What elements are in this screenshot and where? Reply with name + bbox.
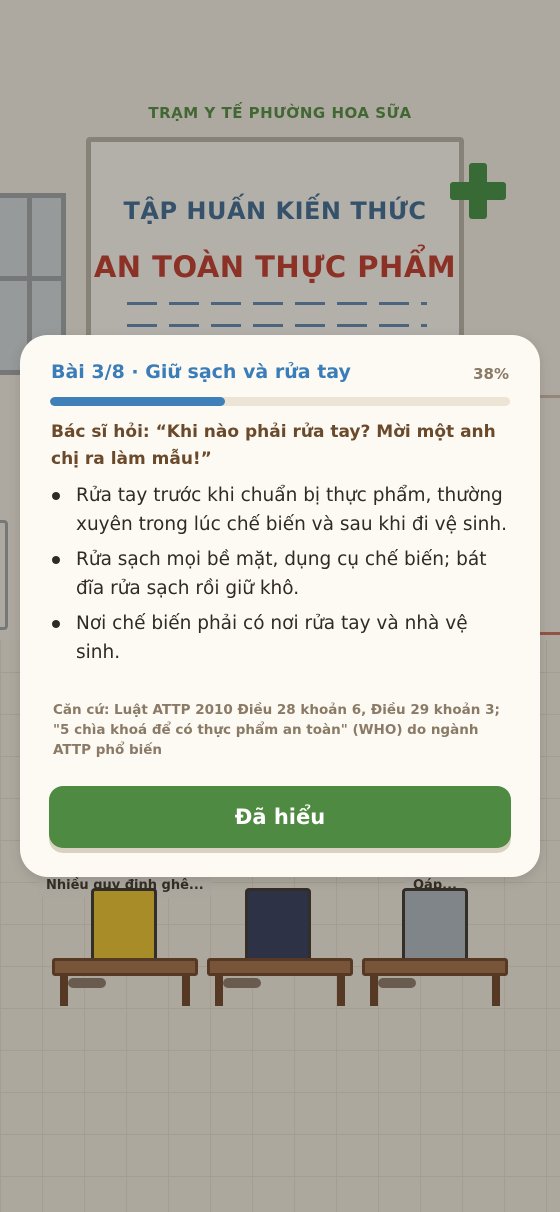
doctor-question: Bác sĩ hỏi: “Khi nào phải rửa tay? Mời m… [51, 422, 496, 469]
progress-bar [50, 397, 510, 406]
key-point-text: Nơi chế biến phải có nơi rửa tay và nhà … [76, 613, 468, 663]
key-point: Rửa sạch mọi bề mặt, dụng cụ chế biến; b… [51, 545, 511, 603]
progress-bar-fill [50, 397, 225, 406]
key-point-text: Rửa tay trước khi chuẩn bị thực phẩm, th… [76, 485, 507, 535]
bullet-dot-icon [52, 492, 60, 500]
lesson-title: Bài 3/8 · Giữ sạch và rửa tay [51, 361, 351, 383]
progress-percent: 38% [473, 365, 509, 383]
key-point: Rửa tay trước khi chuẩn bị thực phẩm, th… [51, 481, 511, 539]
key-points-list: Rửa tay trước khi chuẩn bị thực phẩm, th… [51, 481, 511, 673]
key-point-text: Rửa sạch mọi bề mặt, dụng cụ chế biến; b… [76, 549, 487, 599]
lesson-dialog: Bài 3/8 · Giữ sạch và rửa tay 38% Bác sĩ… [20, 335, 540, 877]
understood-button[interactable]: Đã hiểu [49, 786, 511, 848]
bullet-dot-icon [52, 556, 60, 564]
key-point: Nơi chế biến phải có nơi rửa tay và nhà … [51, 609, 511, 667]
legal-source-note: Căn cứ: Luật ATTP 2010 Điều 28 khoản 6, … [53, 702, 500, 758]
bullet-dot-icon [52, 620, 60, 628]
